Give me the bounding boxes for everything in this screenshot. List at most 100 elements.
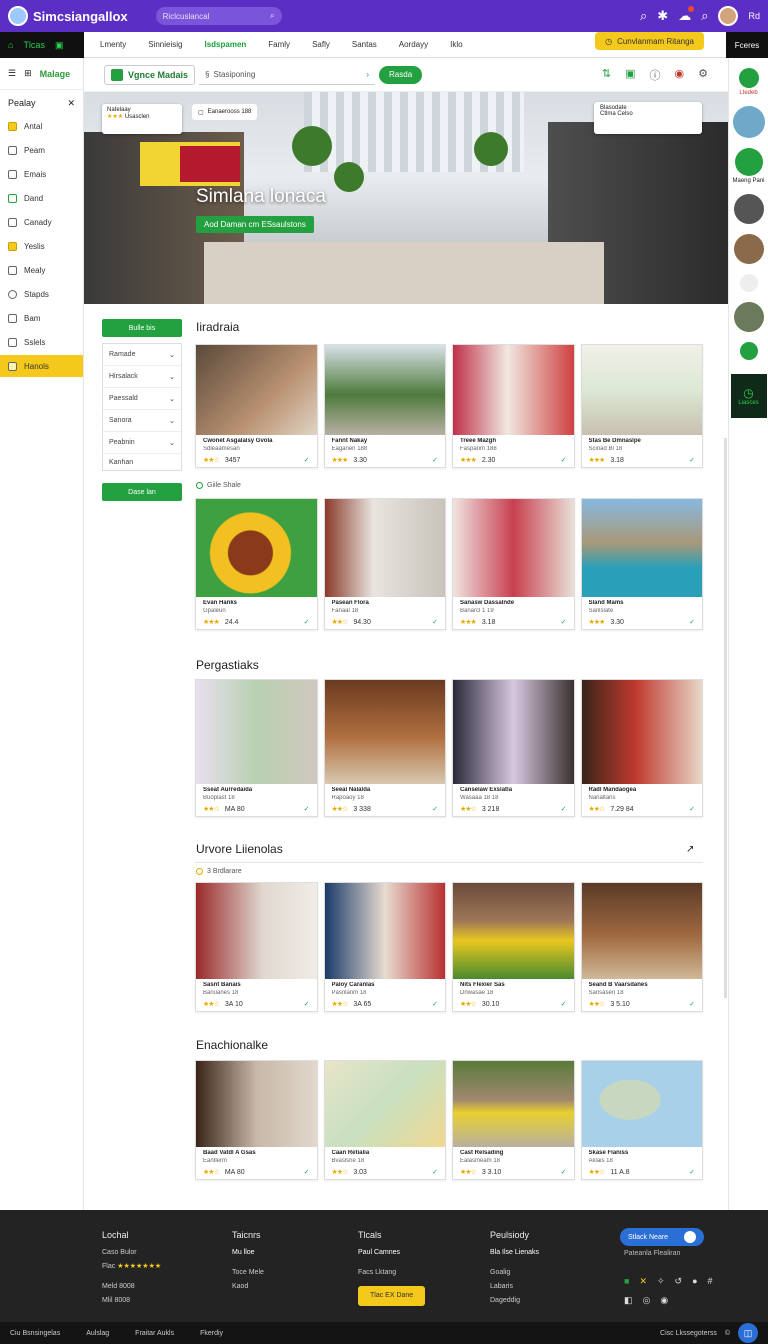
- product-card[interactable]: Sland Mams Sanlslate ★★★ 3.30 ✓: [580, 498, 703, 630]
- filter-dropdown[interactable]: Hirsalack ⌄: [103, 366, 181, 388]
- footer-link[interactable]: Facs Lktang: [358, 1266, 425, 1280]
- toolbar-go-button[interactable]: Rasda: [379, 65, 423, 84]
- app-logo-icon[interactable]: [8, 6, 28, 26]
- footer-yellow-button[interactable]: Tlac EX Dane: [358, 1286, 426, 1306]
- promo-button[interactable]: ◷ Cunvlanmam Ritanga: [595, 32, 704, 50]
- chart-icon[interactable]: ⇅: [602, 67, 611, 83]
- sidebar-item-hanols[interactable]: Hanols: [0, 355, 83, 377]
- search-icon[interactable]: ⌕: [640, 8, 647, 24]
- bottom-link[interactable]: Fkerdiy: [200, 1330, 223, 1337]
- notification-icon[interactable]: ◉: [675, 67, 685, 83]
- avatar[interactable]: [733, 302, 764, 332]
- product-card[interactable]: Evan Hanks Gpaleun ★★★ 24.4 ✓: [195, 498, 318, 630]
- footer-link[interactable]: Mu lloe: [232, 1246, 264, 1260]
- tab-santas[interactable]: Santas: [352, 40, 377, 49]
- product-card[interactable]: Cwonet Asgalalsy Gvola Sdleaamesan ★★☆ 3457…: [195, 344, 318, 468]
- social-arrow-icon[interactable]: ↺: [675, 1276, 683, 1287]
- sidebar-item-yeslis[interactable]: Yeslis: [0, 235, 83, 257]
- puzzle-icon[interactable]: ✱: [657, 8, 668, 24]
- product-card[interactable]: Radl Mandaogea Nanaltans ★★☆ 7.29 84 ✓: [580, 679, 703, 817]
- user-name[interactable]: Rd: [748, 11, 760, 21]
- dropdown-icon[interactable]: ›: [366, 70, 369, 79]
- footer-link[interactable]: Paul Camnes: [358, 1246, 425, 1260]
- social-hash-icon[interactable]: #: [708, 1276, 713, 1287]
- search-icon[interactable]: ⌕: [701, 8, 708, 24]
- footer-link[interactable]: Dageddig: [490, 1294, 539, 1308]
- sidebar-item-canady[interactable]: Canady: [0, 211, 83, 233]
- hero-card-right[interactable]: Blasodate Ctlma Celso: [594, 102, 702, 134]
- tab-lmenty[interactable]: Lmenty: [100, 40, 126, 49]
- refresh-icon[interactable]: [734, 148, 763, 176]
- rail-dark-button[interactable]: ◷ Liasces: [730, 374, 767, 418]
- product-card[interactable]: Sseat Aurredaida Buoplast 18 ★★☆ MA 80 ✓: [195, 679, 318, 817]
- menu-icon[interactable]: ☰: [8, 68, 16, 79]
- social-globe-icon[interactable]: ◎: [643, 1295, 651, 1306]
- tab-safly[interactable]: Safly: [312, 40, 330, 49]
- filter-dropdown[interactable]: Paessald ⌄: [103, 388, 181, 410]
- sidebar-item-peam[interactable]: Peam: [0, 139, 83, 161]
- footer-link[interactable]: Toce Mele: [232, 1266, 264, 1280]
- hero-subtitle-button[interactable]: Aod Daman cm ESsaulstons: [196, 216, 314, 233]
- scrollbar[interactable]: [724, 438, 727, 998]
- bottom-right-label[interactable]: Cisc Lkssegoterss: [660, 1330, 717, 1337]
- product-card[interactable]: Stas Be Dmnaslpe Scinad Bl 18 ★★★ 3.18 ✓: [580, 344, 703, 468]
- info-icon[interactable]: ⓘ: [650, 67, 661, 83]
- footer-toggle[interactable]: Stlack Neare: [620, 1228, 704, 1246]
- hero-card-left[interactable]: Natelaay ★★★ Usasclen: [102, 104, 182, 134]
- search-icon[interactable]: ⌕: [270, 11, 274, 21]
- expand-icon[interactable]: ↗: [686, 844, 694, 855]
- sidebar-item-stapds[interactable]: Stapds: [0, 283, 83, 305]
- filter-dropdown[interactable]: Sanora ⌄: [103, 410, 181, 432]
- product-card[interactable]: Skase Flaniss Aklais 18 ★★☆ 11 A.8 ✓: [580, 1060, 703, 1180]
- left-nav-label[interactable]: Tlcas: [23, 40, 45, 50]
- social-pin-icon[interactable]: ◉: [660, 1295, 668, 1306]
- product-card[interactable]: Sanasw Dassalnde Banarcl 1 19 ★★★ 3.18 ✓: [452, 498, 575, 630]
- header-search-input[interactable]: Riclcuslancal ⌕: [155, 7, 282, 25]
- close-icon[interactable]: ✕: [67, 98, 75, 109]
- apply-filters-button[interactable]: Dase lan: [102, 483, 182, 501]
- filter-extra[interactable]: Kanhan: [103, 454, 181, 470]
- product-card[interactable]: Pasean Flora Fanaal 18 ★★☆ 94.30 ✓: [323, 498, 446, 630]
- tab-aordayy[interactable]: Aordayy: [399, 40, 428, 49]
- social-bag-icon[interactable]: ◧: [624, 1295, 633, 1306]
- sidebar-item-mealy[interactable]: Mealy: [0, 259, 83, 281]
- avatar[interactable]: [718, 6, 739, 26]
- product-card[interactable]: Canselaw Exslatla Wasaaa 18 18 ★★☆ 3 218 ✓: [452, 679, 575, 817]
- product-card[interactable]: Treee Mazgh Faspanm 188 ★★★ 2.30 ✓: [452, 344, 575, 468]
- square-icon[interactable]: ▣: [55, 40, 64, 51]
- footer-link[interactable]: Bla Ilse Lienaks: [490, 1246, 539, 1260]
- toolbar-brand[interactable]: Vgnce Madais: [104, 64, 196, 85]
- sidebar-item-antal[interactable]: Antal: [0, 115, 83, 137]
- bottom-link[interactable]: Ciu Bsnsingelas: [10, 1330, 60, 1337]
- tab-famly[interactable]: Famly: [268, 40, 290, 49]
- download-icon[interactable]: [738, 68, 759, 88]
- filter-dropdown[interactable]: Peabnin ⌄: [103, 432, 181, 454]
- grid-icon[interactable]: ⊞: [24, 68, 32, 79]
- bottom-link[interactable]: Fraitar Aukls: [135, 1330, 174, 1337]
- home-icon[interactable]: ⌂: [8, 40, 13, 50]
- product-card[interactable]: Nits Flexier Sas Dnwasae 18 ★★☆ 30.10 ✓: [452, 882, 575, 1012]
- chat-icon[interactable]: ☁: [678, 6, 695, 24]
- toolbar-search-input[interactable]: § Stasiponing ›: [199, 65, 376, 85]
- pin-icon[interactable]: [739, 274, 758, 292]
- right-nav-panel[interactable]: Fceres: [726, 32, 768, 58]
- product-card[interactable]: Sasnt Banais Banuanes 18 ★★☆ 3A 10 ✓: [195, 882, 318, 1012]
- footer-link[interactable]: Labaris: [490, 1280, 539, 1294]
- tab-iklo[interactable]: Iklo: [450, 40, 462, 49]
- social-square-icon[interactable]: ■: [624, 1276, 629, 1287]
- sidebar-brand[interactable]: Malage: [40, 69, 71, 79]
- product-card[interactable]: Caan Retialia Bvaslsne 18 ★★☆ 3.03 ✓: [323, 1060, 446, 1180]
- sidebar-item-dand[interactable]: Dand: [0, 187, 83, 209]
- tab-sinnieisig[interactable]: Sinnieisig: [148, 40, 182, 49]
- tab-isdspamen[interactable]: Isdspamen: [204, 40, 246, 49]
- settings-icon[interactable]: ⚙: [698, 67, 708, 83]
- check-icon[interactable]: [739, 342, 758, 360]
- avatar[interactable]: [733, 234, 764, 264]
- product-card[interactable]: Paloy Caranlas Pasnlanm 18 ★★☆ 3A 65 ✓: [323, 882, 446, 1012]
- product-card[interactable]: Fannt Nakay Eaganen 188 ★★★ 3.30 ✓: [323, 344, 446, 468]
- sidebar-item-sslels[interactable]: Sslels: [0, 331, 83, 353]
- product-card[interactable]: Baad Vatdl A Gsas Eantlerm ★★☆ MA 80 ✓: [195, 1060, 318, 1180]
- bag-icon[interactable]: ▣: [625, 67, 635, 83]
- sidebar-item-emais[interactable]: Emais: [0, 163, 83, 185]
- avatar[interactable]: [732, 106, 765, 138]
